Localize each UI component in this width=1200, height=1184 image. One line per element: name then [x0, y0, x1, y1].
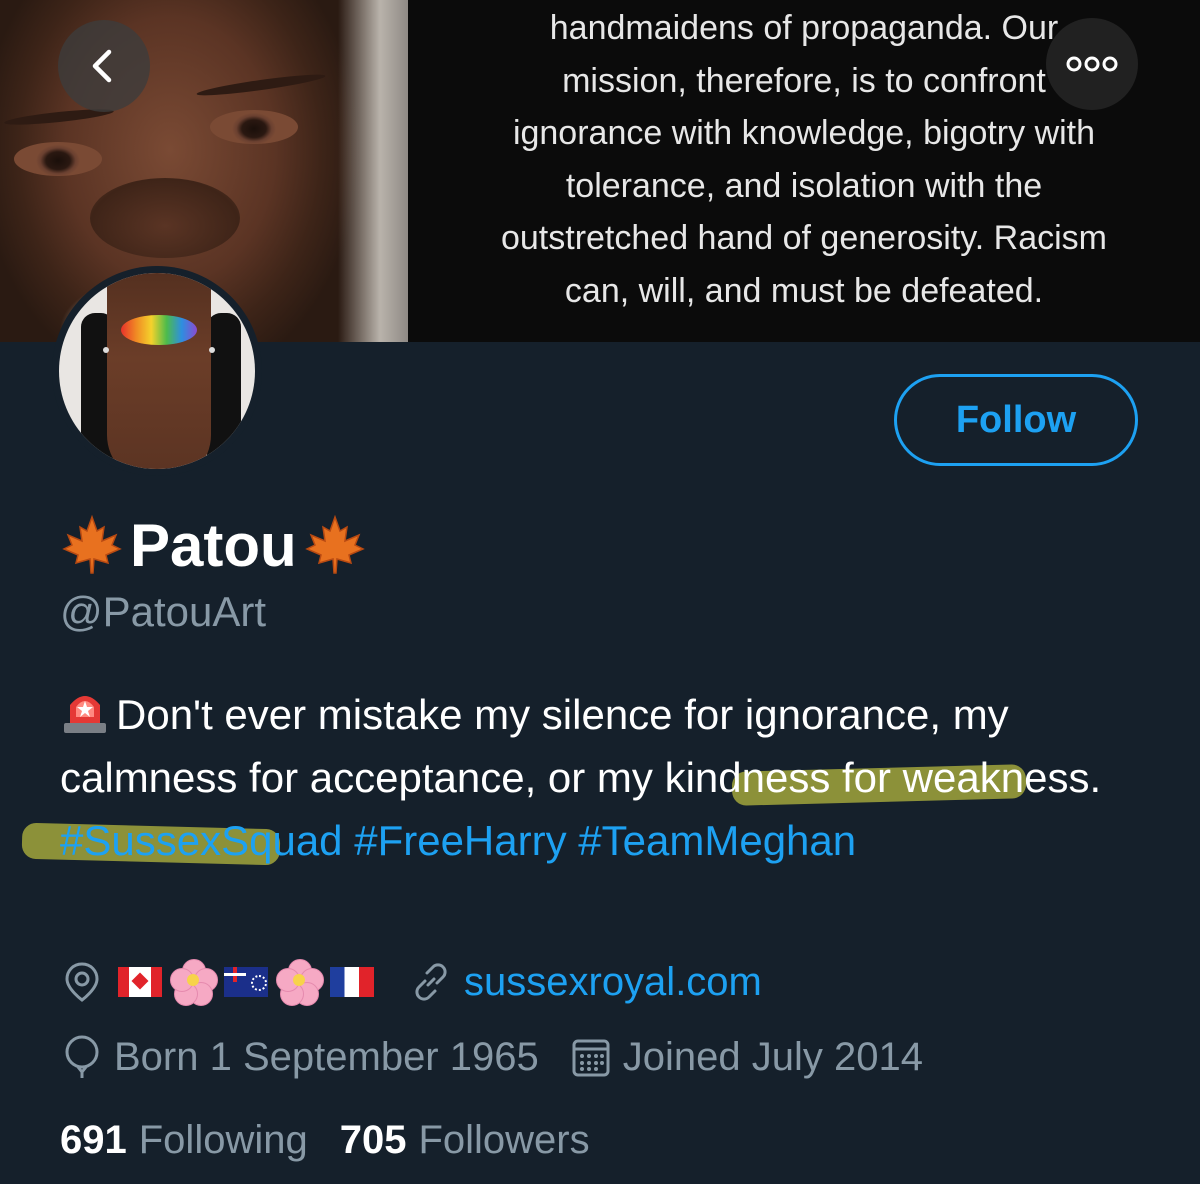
link-icon — [415, 963, 447, 1001]
hashtag-link[interactable]: #FreeHarry — [354, 817, 566, 864]
calendar-icon — [572, 1039, 610, 1077]
profile-stats: 691 Following 705 Followers — [60, 1118, 622, 1163]
avatar-hair-right — [207, 313, 241, 469]
cherry-blossom-emoji — [276, 959, 324, 1006]
followers-label: Followers — [418, 1118, 590, 1162]
profile-meta-dates: Born 1 September 1965 Joined July 2014 — [60, 1032, 953, 1082]
birthday-text: Born 1 September 1965 — [114, 1034, 539, 1079]
profile-meta-location-link: sussexroyal.com — [60, 957, 792, 1007]
quote-line: ignorance with knowledge, bigotry with — [512, 114, 1096, 152]
quote-line: tolerance, and isolation with the — [565, 166, 1043, 205]
following-stat[interactable]: 691 Following — [60, 1118, 308, 1163]
profile-joined: Joined July 2014 — [569, 1035, 923, 1080]
following-label: Following — [138, 1118, 308, 1162]
banner-nose — [90, 178, 240, 258]
cherry-blossom-emoji — [170, 959, 218, 1006]
profile-bio: Don't ever mistake my silence for ignora… — [60, 683, 1160, 872]
balloon-icon — [65, 1035, 99, 1078]
banner-hair — [338, 0, 408, 342]
followers-stat[interactable]: 705 Followers — [340, 1118, 590, 1163]
maple-leaf-emoji — [304, 514, 365, 574]
canada-flag-emoji — [118, 967, 162, 997]
more-icon — [1066, 56, 1118, 72]
hashtag-link[interactable]: #TeamMeghan — [578, 817, 856, 864]
website-link[interactable]: sussexroyal.com — [464, 960, 762, 1005]
avatar-face — [107, 273, 211, 469]
display-name: Patou — [130, 511, 297, 579]
display-name-row: Patou — [60, 505, 367, 585]
avatar-rainbow-lips — [121, 315, 197, 345]
quote-line: outstretched hand of generosity. Racism — [500, 219, 1108, 257]
avatar-earring-right — [209, 347, 215, 353]
profile-website[interactable]: sussexroyal.com — [408, 959, 762, 1005]
banner-eye-right — [210, 110, 298, 144]
back-button[interactable] — [58, 20, 150, 112]
following-count: 691 — [60, 1118, 127, 1162]
profile-avatar[interactable] — [52, 266, 262, 476]
quote-line: can, will, and must be defeated. — [564, 271, 1044, 310]
follow-button[interactable]: Follow — [894, 374, 1138, 466]
avatar-image — [59, 273, 255, 469]
chevron-left-icon — [92, 49, 112, 83]
maple-leaf-emoji — [62, 514, 122, 574]
banner-eye-left — [14, 142, 102, 176]
location-icon — [65, 962, 99, 1002]
cook-islands-flag-emoji — [224, 967, 268, 997]
more-button[interactable] — [1046, 18, 1138, 110]
france-flag-emoji — [330, 967, 374, 997]
profile-birthday: Born 1 September 1965 — [60, 1034, 539, 1080]
followers-count: 705 — [339, 1118, 407, 1162]
profile-handle: @PatouArt — [60, 588, 267, 635]
profile-location — [60, 959, 378, 1006]
joined-text: Joined July 2014 — [622, 1034, 923, 1079]
banner-brow-right — [195, 71, 327, 99]
bio-text: Don't ever mistake my silence for ignora… — [60, 691, 1102, 801]
police-light-emoji — [64, 696, 106, 733]
hashtag-link[interactable]: #SussexSquad — [60, 817, 343, 864]
avatar-earring-left — [103, 347, 109, 353]
